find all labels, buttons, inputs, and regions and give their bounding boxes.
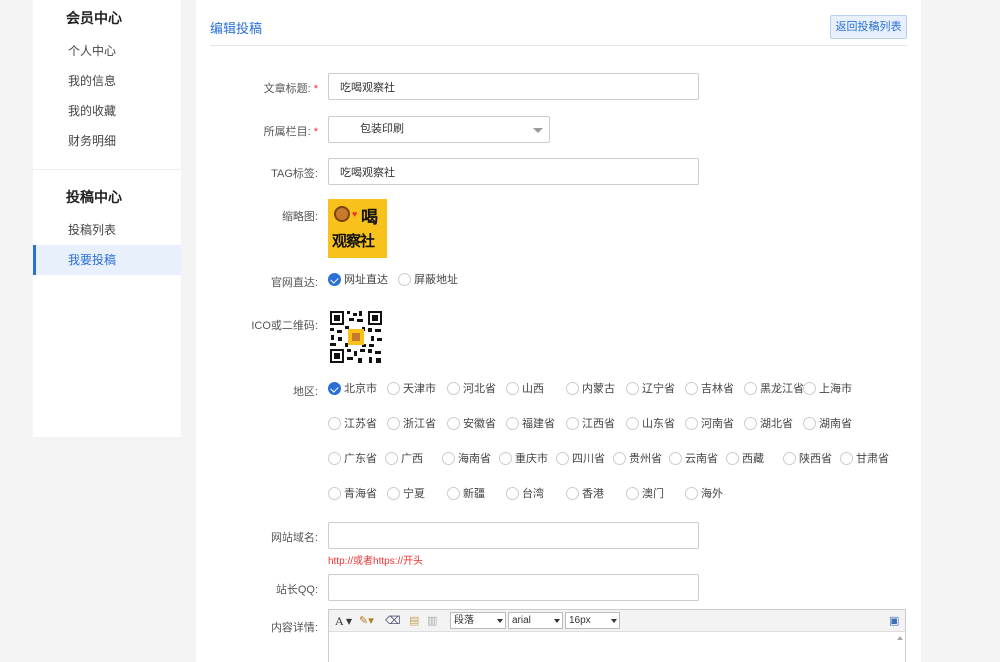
radio-unchecked-icon bbox=[328, 452, 341, 465]
radio-checked-icon bbox=[328, 273, 341, 286]
radio-unchecked-icon bbox=[744, 382, 757, 395]
paste-icon[interactable]: ▥ bbox=[427, 613, 437, 629]
title-input[interactable] bbox=[328, 73, 699, 100]
radio-unchecked-icon bbox=[499, 452, 512, 465]
back-to-list-button[interactable]: 返回投稿列表 bbox=[830, 15, 907, 39]
radio-unchecked-icon bbox=[685, 487, 698, 500]
radio-unchecked-icon bbox=[613, 452, 626, 465]
page-title: 编辑投稿 bbox=[210, 21, 263, 36]
sidebar-divider bbox=[33, 169, 181, 170]
chevron-down-icon bbox=[554, 619, 560, 623]
member-center-title: 会员中心 bbox=[66, 10, 122, 26]
paragraph-select[interactable]: 段落 bbox=[450, 612, 506, 629]
fullscreen-icon[interactable]: ▣ bbox=[889, 613, 899, 629]
radio-unchecked-icon bbox=[726, 452, 739, 465]
required-mark: * bbox=[313, 126, 318, 138]
title-label: 文章标题: * bbox=[263, 83, 318, 95]
radio-unchecked-icon bbox=[626, 487, 639, 500]
qr-label: ICO或二维码: bbox=[251, 320, 318, 332]
radio-unchecked-icon bbox=[387, 487, 400, 500]
tag-input[interactable] bbox=[328, 158, 699, 185]
bear-face-icon bbox=[334, 206, 350, 222]
chevron-down-icon bbox=[497, 619, 503, 623]
chevron-down-icon bbox=[611, 619, 617, 623]
radio-unchecked-icon bbox=[566, 382, 579, 395]
sidebar-item-new-submission[interactable]: 我要投稿 bbox=[33, 245, 181, 275]
editor-toolbar: A ▾ ✎▾ ⌫ ▤ ▥ 段落 arial 16px ▣ bbox=[329, 610, 905, 632]
radio-unchecked-icon bbox=[669, 452, 682, 465]
radio-unchecked-icon bbox=[556, 452, 569, 465]
content-label: 内容详情: bbox=[270, 622, 318, 634]
chevron-down-icon bbox=[533, 128, 543, 133]
radio-unchecked-icon bbox=[447, 382, 460, 395]
category-label: 所属栏目: * bbox=[263, 126, 318, 138]
radio-unchecked-icon bbox=[447, 417, 460, 430]
radio-unchecked-icon bbox=[328, 417, 341, 430]
direct-label: 官网直达: bbox=[270, 277, 318, 289]
domain-hint: http://或者https://开头 bbox=[328, 556, 424, 567]
thumbnail-image[interactable]: ♥ 喝 观察社 bbox=[328, 199, 387, 258]
domain-label: 网站域名: bbox=[270, 532, 318, 544]
main-panel: 编辑投稿 返回投稿列表 文章标题:* 所属栏目:* 包装印刷 TAG标签: 缩略… bbox=[196, 0, 921, 662]
sidebar-item-finance[interactable]: 财务明细 bbox=[33, 126, 181, 156]
sidebar-item-personal-center[interactable]: 个人中心 bbox=[33, 36, 181, 66]
radio-unchecked-icon bbox=[783, 452, 796, 465]
sidebar: 会员中心 个人中心 我的信息 我的收藏 财务明细 投稿中心 投稿列表 我要投稿 bbox=[33, 0, 181, 437]
qr-code-image[interactable] bbox=[328, 309, 384, 365]
thumb-text-drink: 喝 bbox=[361, 208, 378, 227]
editor-body[interactable] bbox=[329, 632, 905, 662]
main-header: 编辑投稿 返回投稿列表 bbox=[210, 0, 907, 46]
radio-unchecked-icon bbox=[685, 382, 698, 395]
tag-label: TAG标签: bbox=[271, 168, 318, 180]
submit-center-title: 投稿中心 bbox=[66, 189, 122, 205]
radio-unchecked-icon bbox=[387, 417, 400, 430]
scroll-up-icon[interactable] bbox=[897, 636, 903, 640]
radio-checked-icon bbox=[328, 382, 341, 395]
thumbnail-label: 缩略图: bbox=[281, 211, 318, 223]
domain-input[interactable] bbox=[328, 522, 699, 549]
radio-unchecked-icon bbox=[566, 417, 579, 430]
radio-unchecked-icon bbox=[385, 452, 398, 465]
sidebar-item-my-favorites[interactable]: 我的收藏 bbox=[33, 96, 181, 126]
region-label: 地区: bbox=[292, 386, 318, 398]
thumb-text-observe: 观察社 bbox=[332, 233, 375, 250]
highlight-icon[interactable]: ✎▾ bbox=[359, 613, 374, 629]
radio-unchecked-icon bbox=[506, 487, 519, 500]
radio-unchecked-icon bbox=[685, 417, 698, 430]
radio-unchecked-icon bbox=[447, 487, 460, 500]
radio-unchecked-icon bbox=[840, 452, 853, 465]
required-mark: * bbox=[313, 83, 318, 95]
category-select[interactable]: 包装印刷 bbox=[328, 116, 550, 143]
radio-unchecked-icon bbox=[328, 487, 341, 500]
radio-unchecked-icon bbox=[387, 382, 400, 395]
qq-input[interactable] bbox=[328, 574, 699, 601]
radio-unchecked-icon bbox=[506, 417, 519, 430]
radio-unchecked-icon bbox=[803, 382, 816, 395]
radio-unchecked-icon bbox=[626, 417, 639, 430]
sidebar-item-submission-list[interactable]: 投稿列表 bbox=[33, 215, 181, 245]
radio-unchecked-icon bbox=[442, 452, 455, 465]
category-value: 包装印刷 bbox=[360, 123, 404, 135]
image-icon[interactable]: ▤ bbox=[409, 613, 419, 629]
heart-icon: ♥ bbox=[352, 209, 358, 219]
sidebar-item-my-info[interactable]: 我的信息 bbox=[33, 66, 181, 96]
radio-unchecked-icon bbox=[803, 417, 816, 430]
radio-unchecked-icon bbox=[398, 273, 411, 286]
font-family-select[interactable]: arial bbox=[508, 612, 563, 629]
radio-unchecked-icon bbox=[566, 487, 579, 500]
qq-label: 站长QQ: bbox=[275, 584, 318, 596]
radio-unchecked-icon bbox=[626, 382, 639, 395]
radio-unchecked-icon bbox=[506, 382, 519, 395]
rich-text-editor: A ▾ ✎▾ ⌫ ▤ ▥ 段落 arial 16px ▣ bbox=[328, 609, 906, 662]
radio-unchecked-icon bbox=[744, 417, 757, 430]
font-color-button[interactable]: A ▾ bbox=[335, 613, 352, 629]
font-size-select[interactable]: 16px bbox=[565, 612, 620, 629]
eraser-icon[interactable]: ⌫ bbox=[385, 613, 401, 629]
